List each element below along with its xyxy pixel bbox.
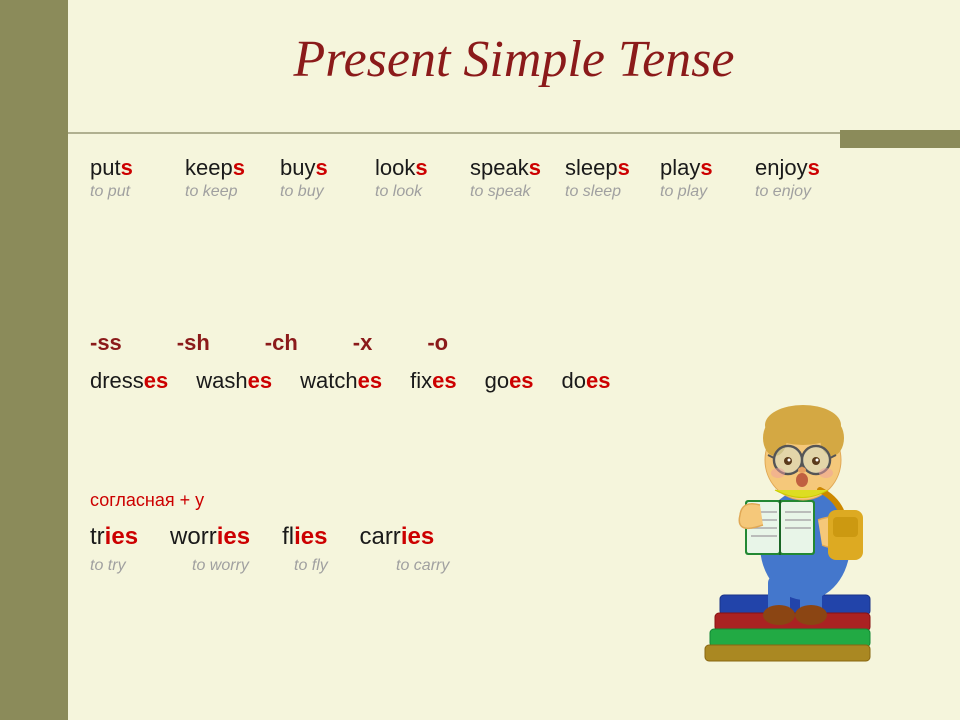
suffix-labels-row: -ss -sh -ch -x -o (90, 330, 611, 356)
page-title: Present Simple Tense (68, 30, 960, 89)
ies-word-tr: tries (90, 523, 138, 551)
main-word-buy: buys (280, 155, 328, 181)
suffix-word-do: does (562, 368, 611, 394)
main-word-sleep: sleeps (565, 155, 630, 181)
main-word-look: looks (375, 155, 428, 181)
ies-words-row: tries worries flies carries (90, 523, 466, 551)
suffix-label-ss: -ss (90, 330, 122, 356)
section-suffix-rules: -ss -sh -ch -x -o dresses washes watches fixes g… (90, 330, 611, 394)
word-col-speak: speaks to speak (470, 155, 565, 201)
section-basic-verbs: puts to put keeps to keep buys to buy looks to … (90, 155, 940, 201)
suffix-label-sh: -sh (177, 330, 210, 356)
suffix-words-row: dresses washes watches fixes goes does (90, 368, 611, 394)
suffix-label-o: -o (427, 330, 448, 356)
left-sidebar (0, 0, 68, 720)
sub-word-speak: to speak (470, 183, 530, 201)
sub-word-sleep: to sleep (565, 183, 621, 201)
sub-word-buy: to buy (280, 183, 324, 201)
rule-text: согласная + у (90, 490, 466, 511)
ies-word-carr: carries (359, 523, 434, 551)
right-accent-bar (840, 130, 960, 148)
suffix-label-x: -x (353, 330, 373, 356)
word-col-put: puts to put (90, 155, 185, 201)
sub-word-enjoy: to enjoy (755, 183, 811, 201)
ies-sub-worr: to worry (192, 557, 262, 575)
top-divider (68, 132, 840, 134)
character-illustration (650, 290, 930, 680)
word-col-buy: buys to buy (280, 155, 375, 201)
word-col-look: looks to look (375, 155, 470, 201)
word-col-sleep: sleeps to sleep (565, 155, 660, 201)
ies-sub-fl: to fly (294, 557, 364, 575)
main-word-play: plays (660, 155, 713, 181)
main-word-speak: speaks (470, 155, 541, 181)
ies-sub-row: to try to worry to fly to carry (90, 557, 466, 575)
ies-sub-tr: to try (90, 557, 160, 575)
sub-word-put: to put (90, 183, 130, 201)
suffix-word-dress: dresses (90, 368, 168, 394)
word-col-enjoy: enjoys to enjoy (755, 155, 850, 201)
main-word-keep: keeps (185, 155, 245, 181)
sub-word-look: to look (375, 183, 422, 201)
main-word-put: puts (90, 155, 133, 181)
suffix-label-ch: -ch (265, 330, 298, 356)
word-col-play: plays to play (660, 155, 755, 201)
suffix-word-wash: washes (196, 368, 272, 394)
sub-word-keep: to keep (185, 183, 237, 201)
suffix-word-go: goes (485, 368, 534, 394)
suffix-word-fix: fixes (410, 368, 456, 394)
section-consonant-y: согласная + у tries worries flies carries t… (90, 490, 466, 575)
ies-sub-carr: to carry (396, 557, 466, 575)
sub-word-play: to play (660, 183, 707, 201)
suffix-word-watch: watches (300, 368, 382, 394)
word-col-keep: keeps to keep (185, 155, 280, 201)
main-words-row: puts to put keeps to keep buys to buy looks to … (90, 155, 940, 201)
ies-word-worr: worries (170, 523, 250, 551)
main-word-enjoy: enjoys (755, 155, 820, 181)
ies-word-fl: flies (282, 523, 327, 551)
